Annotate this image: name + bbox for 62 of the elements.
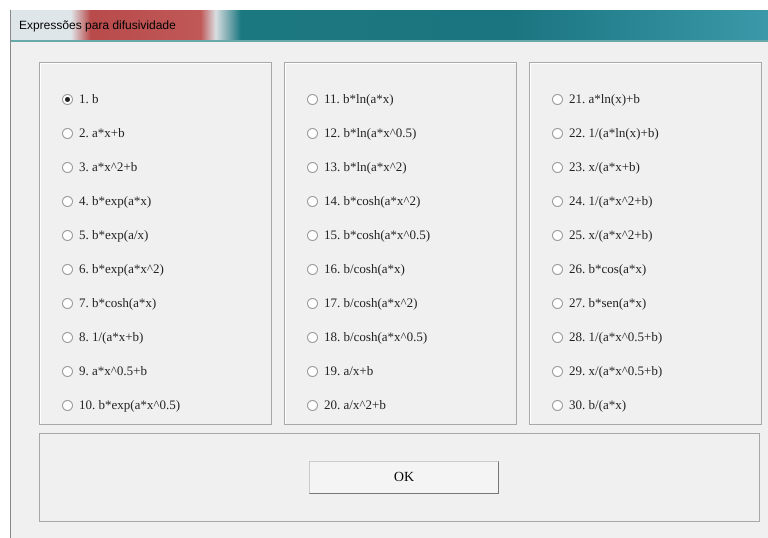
radio-option[interactable]: 22. 1/(a*ln(x)+b) (552, 123, 761, 143)
radio-button[interactable] (552, 128, 563, 138)
radio-button[interactable] (62, 400, 73, 410)
radio-option[interactable]: 12. b*ln(a*x^0.5) (307, 123, 516, 143)
radio-option[interactable]: 11. b*ln(a*x) (307, 89, 516, 109)
radio-option[interactable]: 7. b*cosh(a*x) (62, 293, 271, 313)
radio-button[interactable] (62, 264, 73, 274)
radio-button[interactable] (307, 400, 318, 410)
radio-button[interactable] (552, 196, 563, 206)
radio-button[interactable] (62, 94, 73, 104)
radio-button[interactable] (62, 230, 73, 240)
radio-button[interactable] (307, 162, 318, 172)
radio-option[interactable]: 6. b*exp(a*x^2) (62, 259, 271, 279)
radio-button[interactable] (552, 162, 563, 172)
radio-button[interactable] (62, 298, 73, 308)
radio-button[interactable] (62, 366, 73, 376)
radio-option[interactable]: 1. b (62, 89, 271, 109)
radio-option[interactable]: 16. b/cosh(a*x) (307, 259, 516, 279)
radio-option[interactable]: 4. b*exp(a*x) (62, 191, 271, 211)
radio-option[interactable]: 2. a*x+b (62, 123, 271, 143)
radio-button[interactable] (552, 400, 563, 410)
radio-option[interactable]: 9. a*x^0.5+b (62, 361, 271, 381)
radio-option[interactable]: 21. a*ln(x)+b (552, 89, 761, 109)
radio-option[interactable]: 8. 1/(a*x+b) (62, 327, 271, 347)
radio-option[interactable]: 3. a*x^2+b (62, 157, 271, 177)
radio-button[interactable] (307, 128, 318, 138)
radio-button[interactable] (552, 298, 563, 308)
radio-button[interactable] (552, 332, 563, 342)
radio-option[interactable]: 18. b/cosh(a*x^0.5) (307, 327, 516, 347)
radio-button[interactable] (62, 332, 73, 342)
radio-button[interactable] (552, 230, 563, 240)
radio-button[interactable] (62, 162, 73, 172)
radio-button[interactable] (62, 196, 73, 206)
radio-option[interactable]: 24. 1/(a*x^2+b) (552, 191, 761, 211)
radio-option[interactable]: 14. b*cosh(a*x^2) (307, 191, 516, 211)
radio-option[interactable]: 29. x/(a*x^0.5+b) (552, 361, 761, 381)
radio-button[interactable] (307, 264, 318, 274)
radio-button[interactable] (552, 94, 563, 104)
radio-option[interactable]: 5. b*exp(a/x) (62, 225, 271, 245)
radio-option[interactable]: 28. 1/(a*x^0.5+b) (552, 327, 761, 347)
radio-button[interactable] (307, 366, 318, 376)
radio-button[interactable] (62, 128, 73, 138)
radio-button[interactable] (552, 366, 563, 376)
radio-option[interactable]: 30. b/(a*x) (552, 395, 761, 415)
radio-option[interactable]: 10. b*exp(a*x^0.5) (62, 395, 271, 415)
window-title: Expressões para difusividade (19, 17, 176, 34)
radio-option[interactable]: 26. b*cos(a*x) (552, 259, 761, 279)
radio-option[interactable]: 25. x/(a*x^2+b) (552, 225, 761, 245)
radio-button[interactable] (307, 196, 318, 206)
radio-option[interactable]: 19. a/x+b (307, 361, 516, 381)
radio-button[interactable] (307, 298, 318, 308)
radio-option[interactable]: 27. b*sen(a*x) (552, 293, 761, 313)
radio-option[interactable]: 23. x/(a*x+b) (552, 157, 761, 177)
radio-button[interactable] (307, 230, 318, 240)
radio-option[interactable]: 17. b/cosh(a*x^2) (307, 293, 516, 313)
radio-option[interactable]: 13. b*ln(a*x^2) (307, 157, 516, 177)
radio-option[interactable]: 15. b*cosh(a*x^0.5) (307, 225, 516, 245)
radio-button[interactable] (307, 332, 318, 342)
ok-button[interactable]: OK (309, 461, 499, 494)
radio-button[interactable] (552, 264, 563, 274)
radio-button[interactable] (307, 94, 318, 104)
radio-option[interactable]: 20. a/x^2+b (307, 395, 516, 415)
